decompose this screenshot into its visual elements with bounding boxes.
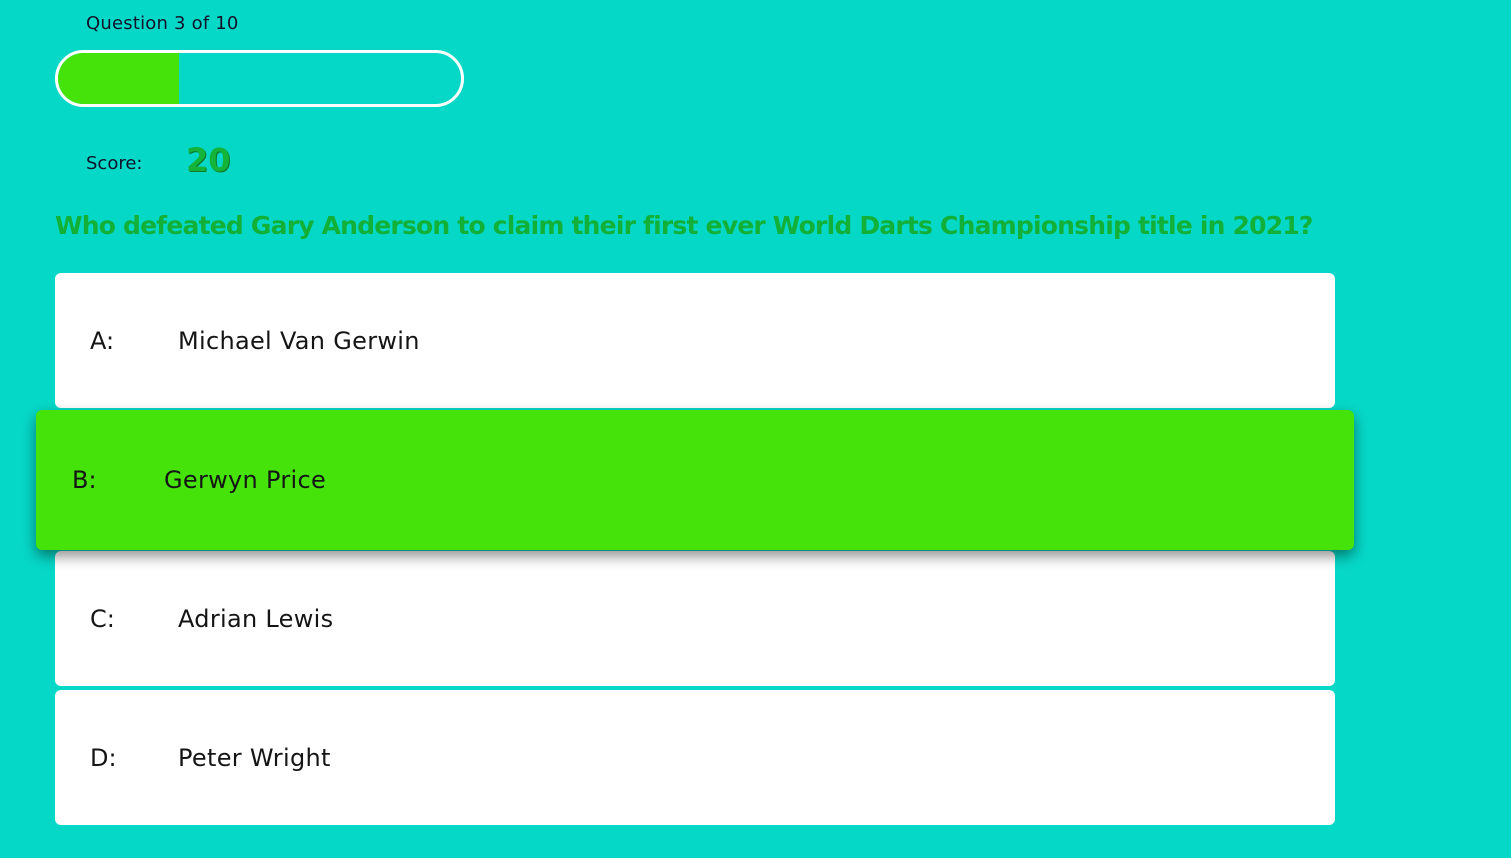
score-label: Score: — [86, 153, 143, 174]
choice-text: Peter Wright — [178, 743, 331, 772]
choice-prefix: B: — [72, 466, 97, 494]
progress-bar — [55, 50, 464, 107]
choice-text: Gerwyn Price — [164, 466, 327, 494]
choice-text: Michael Van Gerwin — [178, 326, 420, 355]
choice-prefix: A: — [90, 326, 115, 355]
choice-prefix: D: — [90, 743, 117, 772]
score-value: 20 — [186, 141, 231, 179]
choice-prefix: C: — [90, 604, 115, 633]
question-text: Who defeated Gary Anderson to claim thei… — [55, 211, 1313, 240]
choice-c-button[interactable]: C: Adrian Lewis — [55, 551, 1335, 686]
question-progress-text: Question 3 of 10 — [86, 13, 239, 34]
choice-d-button[interactable]: D: Peter Wright — [55, 690, 1335, 825]
choice-text: Adrian Lewis — [178, 604, 334, 633]
choice-a-button[interactable]: A: Michael Van Gerwin — [55, 273, 1335, 408]
progress-bar-fill — [58, 53, 179, 104]
choice-b-button[interactable]: B: Gerwyn Price — [36, 410, 1354, 550]
